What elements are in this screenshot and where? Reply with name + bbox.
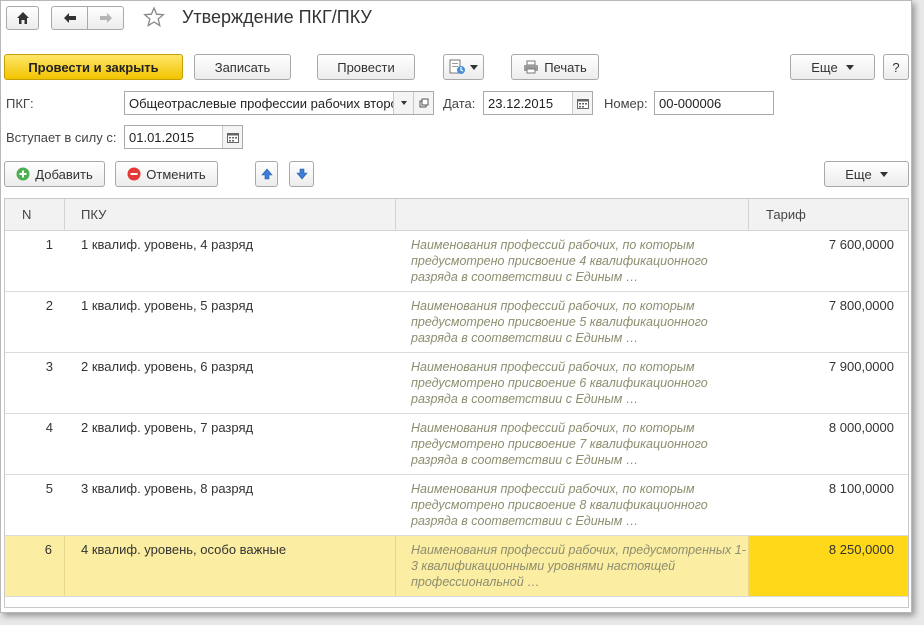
cell-tariff: 7 600,0000 [828, 237, 894, 252]
cell-n: 4 [45, 420, 53, 435]
more-actions-button[interactable]: Еще [790, 54, 875, 80]
date-value: 23.12.2015 [488, 95, 554, 111]
cell-description: Наименования профессий рабочих, по котор… [411, 238, 708, 284]
cell-n: 3 [45, 359, 53, 374]
effective-date-calendar-button[interactable] [222, 126, 242, 148]
dropdown-icon [845, 64, 854, 70]
date-calendar-button[interactable] [572, 92, 592, 114]
move-up-icon [260, 168, 273, 180]
effective-date-value: 01.01.2015 [129, 129, 195, 145]
cell-n: 5 [45, 481, 53, 496]
dropdown-icon [879, 171, 888, 177]
cell-tariff[interactable]: 8 250,0000 [749, 536, 908, 596]
dropdown-icon [400, 101, 407, 105]
cancel-row-button[interactable]: Отменить [115, 161, 218, 187]
page-title: Утверждение ПКГ/ПКУ [182, 7, 372, 27]
cell-pku: 3 квалиф. уровень, 8 разряд [81, 481, 254, 496]
date-label: Дата: [443, 96, 476, 111]
table-header: N ПКУ Тариф [5, 199, 908, 231]
star-icon [143, 6, 165, 27]
forward-button[interactable] [87, 6, 124, 30]
pkg-value: Общеотраслевые профессии рабочих второго [129, 95, 393, 111]
number-field[interactable]: 00-000006 [654, 91, 774, 115]
table-row[interactable]: 3 2 квалиф. уровень, 6 разряд Наименован… [5, 353, 908, 414]
cell-tariff: 7 800,0000 [828, 298, 894, 313]
move-down-icon [295, 168, 308, 180]
forward-arrow-icon [99, 13, 112, 23]
add-row-label: Добавить [35, 166, 93, 182]
open-icon [419, 98, 428, 108]
pkg-select-button[interactable] [393, 92, 413, 114]
table-row[interactable]: 4 2 квалиф. уровень, 7 разряд Наименован… [5, 414, 908, 475]
cell-pku: 2 квалиф. уровень, 6 разряд [81, 359, 254, 374]
pkg-open-button[interactable] [413, 92, 433, 114]
pkg-field[interactable]: Общеотраслевые профессии рабочих второго [124, 91, 434, 115]
cell-pku: 2 квалиф. уровень, 7 разряд [81, 420, 254, 435]
move-up-button[interactable] [255, 161, 278, 187]
favorite-button[interactable] [143, 6, 165, 28]
cancel-icon [127, 167, 141, 181]
cell-tariff: 8 000,0000 [828, 420, 894, 435]
column-header-description[interactable] [396, 199, 749, 231]
table-more-button[interactable]: Еще [824, 161, 909, 187]
add-row-button[interactable]: Добавить [4, 161, 105, 187]
help-button[interactable]: ? [883, 54, 909, 80]
home-icon [16, 12, 29, 24]
print-button[interactable]: Печать [511, 54, 599, 80]
column-header-n[interactable]: N [5, 199, 65, 231]
home-button[interactable] [6, 6, 39, 30]
calendar-icon [576, 98, 589, 109]
cell-description: Наименования профессий рабочих, по котор… [411, 299, 708, 345]
post-button[interactable]: Провести [317, 54, 415, 80]
document-window: Утверждение ПКГ/ПКУ Провести и закрыть З… [0, 0, 912, 613]
cancel-row-label: Отменить [146, 166, 206, 182]
effective-date-field[interactable]: 01.01.2015 [124, 125, 243, 149]
table-row[interactable]: 5 3 квалиф. уровень, 8 разряд Наименован… [5, 475, 908, 536]
cell-description: Наименования профессий рабочих, предусмо… [396, 536, 749, 596]
document-structure-button[interactable] [443, 54, 484, 80]
number-value: 00-000006 [659, 95, 722, 111]
move-down-button[interactable] [289, 161, 314, 187]
cell-description: Наименования профессий рабочих, по котор… [411, 360, 708, 406]
cell-n: 2 [45, 298, 53, 313]
table-row-selected[interactable]: 6 4 квалиф. уровень, особо важные Наимен… [5, 536, 908, 597]
pku-table[interactable]: N ПКУ Тариф 1 1 квалиф. уровень, 4 разря… [4, 198, 909, 608]
pkg-label: ПКГ: [6, 96, 34, 111]
cell-description: Наименования профессий рабочих, по котор… [411, 421, 708, 467]
cell-n: 1 [45, 237, 53, 252]
dropdown-icon [470, 64, 478, 70]
cell-pku: 1 квалиф. уровень, 5 разряд [81, 298, 254, 313]
back-arrow-icon [63, 13, 76, 23]
document-structure-icon [449, 59, 465, 74]
column-header-pku[interactable]: ПКУ [65, 199, 396, 231]
cell-pku: 4 квалиф. уровень, особо важные [65, 536, 396, 596]
calendar-icon [226, 132, 239, 143]
table-more-label: Еще [845, 166, 872, 182]
number-label: Номер: [604, 96, 648, 111]
more-actions-label: Еще [811, 59, 838, 75]
table-row[interactable]: 1 1 квалиф. уровень, 4 разряд Наименован… [5, 231, 908, 292]
cell-pku: 1 квалиф. уровень, 4 разряд [81, 237, 254, 252]
cell-tariff: 7 900,0000 [828, 359, 894, 374]
back-button[interactable] [51, 6, 88, 30]
save-button[interactable]: Записать [194, 54, 291, 80]
cell-n: 6 [5, 536, 65, 596]
post-and-close-button[interactable]: Провести и закрыть [4, 54, 183, 80]
date-field[interactable]: 23.12.2015 [483, 91, 593, 115]
print-button-label: Печать [544, 59, 587, 75]
printer-icon [523, 60, 539, 74]
column-header-tariff[interactable]: Тариф [749, 199, 908, 231]
effective-date-label: Вступает в силу с: [6, 130, 117, 145]
cell-description: Наименования профессий рабочих, по котор… [411, 482, 708, 528]
cell-tariff: 8 100,0000 [828, 481, 894, 496]
table-row[interactable]: 2 1 квалиф. уровень, 5 разряд Наименован… [5, 292, 908, 353]
add-icon [16, 167, 30, 181]
